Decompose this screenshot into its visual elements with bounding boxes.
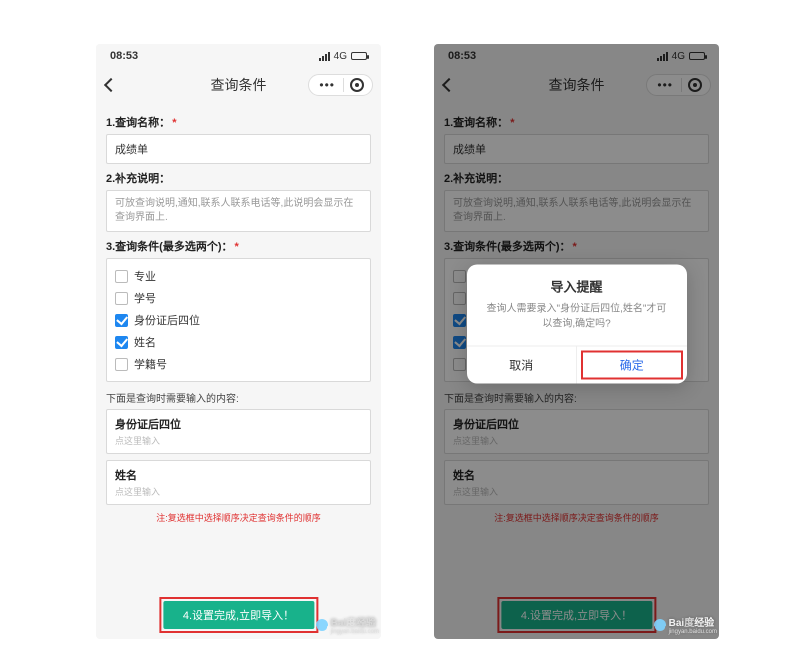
checkbox-icon[interactable] [115,292,128,305]
import-confirm-modal: 导入提醒 查询人需要录入"身份证后四位,姓名"才可以查询,确定吗? 取消 确定 [467,264,687,383]
section-2-label: 2.补充说明： [106,170,371,186]
conditions-checklist: 专业 学号 身份证后四位 姓名 [106,258,371,382]
modal-cancel-button[interactable]: 取消 [467,346,578,383]
required-inputs-header: 下面是查询时需要输入的内容: [106,390,371,405]
required-input-card[interactable]: 身份证后四位 点这里输入 [106,409,371,454]
status-network: 4G [334,51,347,62]
close-miniprogram-icon[interactable] [350,78,364,92]
confirm-highlight-box [581,350,683,379]
battery-icon [351,52,367,60]
condition-option[interactable]: 学籍号 [115,353,362,375]
checkbox-icon[interactable] [115,358,128,371]
checkbox-icon[interactable] [115,270,128,283]
phone-screenshot-left: 08:53 4G 查询条件 ••• 1.查询名称：* [96,44,381,639]
phone-screenshot-right: 08:53 4G 查询条件 ••• 1.查询名称：* [434,44,719,639]
extra-note-textarea[interactable]: 可放查询说明,通知,联系人联系电话等,此说明会显示在查询界面上. [106,190,371,232]
signal-icon [319,52,330,61]
modal-body: 查询人需要录入"身份证后四位,姓名"才可以查询,确定吗? [467,301,687,345]
watermark: Bai度经验 jingyan.baidu.com [654,614,717,635]
baidu-paw-icon [316,619,328,631]
more-icon[interactable]: ••• [311,78,343,92]
condition-option[interactable]: 专业 [115,265,362,287]
import-button[interactable]: 4.设置完成,立即导入！ [163,601,314,629]
navbar: 查询条件 ••• [96,68,381,102]
modal-title: 导入提醒 [467,264,687,301]
status-bar: 08:53 4G [96,44,381,68]
checkbox-icon[interactable] [115,314,128,327]
checkbox-icon[interactable] [115,336,128,349]
miniprogram-capsule[interactable]: ••• [308,74,373,96]
baidu-paw-icon [654,619,666,631]
modal-confirm-button[interactable]: 确定 [577,346,687,383]
ordering-note: 注:复选框中选择顺序决定查询条件的顺序 [106,511,371,524]
required-input-card[interactable]: 姓名 点这里输入 [106,460,371,505]
cta-highlight-box: 4.设置完成,立即导入！ [159,597,318,633]
condition-option[interactable]: 学号 [115,287,362,309]
page-title: 查询条件 [211,75,267,95]
watermark: Bai度经验 jingyan.baidu.com [316,614,379,635]
condition-option[interactable]: 姓名 [115,331,362,353]
back-icon[interactable] [104,78,118,92]
section-3-label: 3.查询条件(最多选两个)：* [106,238,371,254]
status-time: 08:53 [110,50,138,62]
condition-option[interactable]: 身份证后四位 [115,309,362,331]
section-1-label: 1.查询名称：* [106,114,371,130]
query-name-input[interactable]: 成绩单 [106,134,371,164]
